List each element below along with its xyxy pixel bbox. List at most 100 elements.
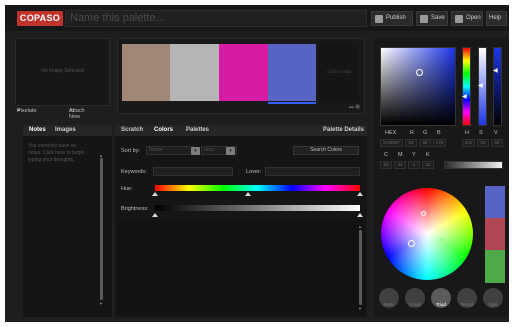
help-label: Help xyxy=(489,15,502,21)
k-field[interactable]: 31 xyxy=(422,161,434,169)
publish-icon xyxy=(375,14,383,23)
image-links: ⌗ Pixelate ▭ Attach New xyxy=(15,108,113,120)
copaso-app: COPASO Name this palette... Publish Save… xyxy=(5,5,509,322)
hue-slider[interactable] xyxy=(155,185,360,191)
results-scrollbar[interactable] xyxy=(359,230,362,305)
search-colors-button[interactable]: Search Colors xyxy=(293,146,359,155)
s-header: S xyxy=(479,130,483,136)
v-field[interactable]: 69 xyxy=(491,139,503,147)
colors-tab-bar: Scratch Colors Palettes Palette Details xyxy=(115,125,367,136)
scroll-down-icon[interactable]: ▼ xyxy=(99,301,103,306)
m-header: M xyxy=(398,152,403,158)
notes-placeholder[interactable]: You currently have no notes. Click here … xyxy=(28,143,90,164)
tab-notes[interactable]: Notes xyxy=(29,127,46,133)
harmony-comp-label: Comp xyxy=(408,302,421,307)
hue-strip-pointer[interactable]: ◀ xyxy=(462,93,467,100)
save-button[interactable]: Save xyxy=(416,11,448,26)
color-wheel[interactable] xyxy=(381,188,473,280)
pixelate-label: Pixelate xyxy=(17,108,37,114)
value-strip-pointer[interactable]: ◀ xyxy=(493,67,498,74)
sort-by-label: Sort by: xyxy=(121,148,140,154)
palette-swatches: Click to add ▬ ▣ xyxy=(117,38,365,114)
scheme-swatch-2[interactable] xyxy=(485,218,505,250)
open-label: Open xyxy=(466,15,481,21)
harmony-tetrad-label: Tetrad xyxy=(460,302,474,307)
saturation-strip[interactable]: ◀ xyxy=(478,47,487,126)
wheel-marker-2[interactable] xyxy=(408,240,415,247)
empty-swatch-slot[interactable]: Click to add xyxy=(319,44,359,101)
scheme-swatch-3[interactable] xyxy=(485,250,505,283)
copaso-logo[interactable]: COPASO xyxy=(17,11,63,26)
publish-button[interactable]: Publish xyxy=(371,11,413,26)
swatch-1[interactable] xyxy=(122,44,170,101)
tab-scratch[interactable]: Scratch xyxy=(121,127,143,133)
h-header: H xyxy=(465,130,469,136)
palette-name-input[interactable]: Name this palette... xyxy=(65,10,367,27)
open-button[interactable]: Open xyxy=(451,11,483,26)
brightness-label: Brightness: xyxy=(121,206,149,212)
s-field[interactable]: 53 xyxy=(477,139,489,147)
publish-label: Publish xyxy=(386,15,406,21)
g-field[interactable]: 96 xyxy=(419,139,431,147)
color-results-area: ▲ ▼ xyxy=(117,220,365,315)
selected-swatch-indicator xyxy=(268,102,316,104)
save-icon xyxy=(420,14,428,23)
m-field[interactable]: 44 xyxy=(394,161,406,169)
notes-panel: Notes Images You currently have no notes… xyxy=(23,125,112,317)
y-header: Y xyxy=(412,152,416,158)
brightness-slider[interactable] xyxy=(155,205,360,211)
sort-chevron-down-icon[interactable]: ▾ xyxy=(191,147,200,155)
order-chevron-down-icon[interactable]: ▾ xyxy=(226,147,235,155)
help-button[interactable]: Help xyxy=(486,11,507,26)
b-header: B xyxy=(437,130,441,136)
k-header: K xyxy=(426,152,430,158)
wheel-marker-1[interactable] xyxy=(421,211,426,216)
value-strip[interactable]: ◀ xyxy=(493,47,502,126)
tab-colors[interactable]: Colors xyxy=(154,127,173,133)
swatch-2[interactable] xyxy=(170,44,219,101)
harmony-split-label: Split xyxy=(488,302,498,307)
notes-scrollbar[interactable] xyxy=(100,158,103,300)
saturation-strip-pointer[interactable]: ◀ xyxy=(478,82,483,89)
y-field[interactable]: 0 xyxy=(408,161,420,169)
wheel-marker-3[interactable] xyxy=(440,238,443,241)
tab-palettes[interactable]: Palettes xyxy=(186,127,209,133)
hue-handle-start[interactable] xyxy=(152,192,158,196)
saturation-value-picker[interactable] xyxy=(380,47,456,126)
keywords-label: Keywords: xyxy=(121,169,147,175)
swatch-3[interactable] xyxy=(219,44,268,101)
hue-strip[interactable]: ◀ xyxy=(462,47,471,126)
scheme-swatch-1[interactable] xyxy=(485,186,505,218)
lover-input[interactable] xyxy=(265,167,360,176)
open-icon xyxy=(455,14,463,23)
sort-by-select[interactable]: Name xyxy=(146,146,194,155)
c-header: C xyxy=(384,152,388,158)
keywords-input[interactable] xyxy=(153,167,233,176)
grayscale-ramp[interactable] xyxy=(444,161,503,169)
c-field[interactable]: 50 xyxy=(380,161,392,169)
harmony-basic-label: Basic xyxy=(383,302,395,307)
tab-images[interactable]: Images xyxy=(55,127,76,133)
color-picker-panel: ◀ ◀ ◀ HEX R G B H S V 2A2DEF 84 96 178 2… xyxy=(374,38,509,317)
lover-label: Lover: xyxy=(246,169,262,175)
hue-handle-end[interactable] xyxy=(357,192,363,196)
results-scroll-down-icon[interactable]: ▼ xyxy=(358,306,362,311)
notes-tab-bar: Notes Images xyxy=(23,125,112,136)
brightness-handle-end[interactable] xyxy=(357,213,363,217)
colors-panel: Scratch Colors Palettes Palette Details … xyxy=(115,125,367,317)
attach-label: Attach New xyxy=(69,108,85,120)
hue-label: Hue: xyxy=(121,186,133,192)
palette-details-tab[interactable]: Palette Details xyxy=(323,127,364,133)
brightness-handle-start[interactable] xyxy=(152,213,158,217)
results-scroll-up-icon[interactable]: ▲ xyxy=(358,224,362,229)
swatch-4[interactable] xyxy=(268,44,316,101)
swatch-tools-icon[interactable]: ▬ ▣ xyxy=(349,104,360,110)
b-field[interactable]: 178 xyxy=(433,139,446,147)
r-field[interactable]: 84 xyxy=(405,139,417,147)
sv-cursor[interactable] xyxy=(416,69,423,76)
g-header: G xyxy=(423,130,428,136)
hex-field[interactable]: 2A2DEF xyxy=(380,139,403,147)
image-drop-area[interactable]: No Image Selected xyxy=(15,38,110,106)
h-field[interactable]: 231 xyxy=(462,139,475,147)
hue-handle-mid[interactable] xyxy=(245,192,251,196)
